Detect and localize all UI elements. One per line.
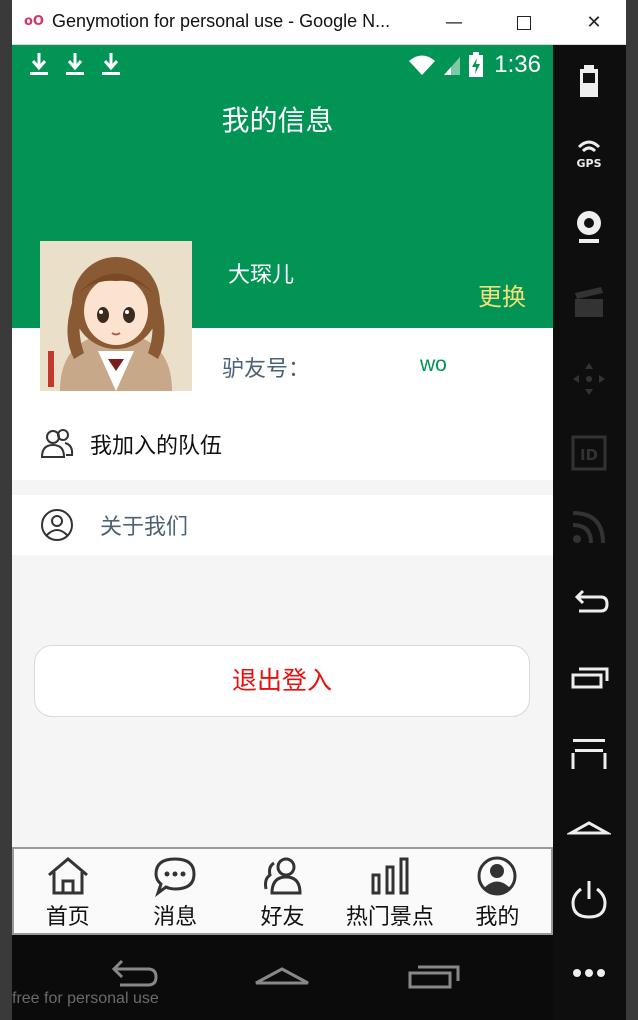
emulator-toolbar: GPS ID [553,45,626,1020]
tab-friends[interactable]: 好友 [229,849,336,933]
download-icon [66,53,84,75]
home-tool-icon[interactable] [567,803,611,847]
menu-item-my-teams-label: 我加入的队伍 [90,434,223,459]
menu-tool-icon[interactable] [567,729,611,773]
download-icon [30,53,48,75]
tab-home-label: 首页 [45,905,90,930]
chat-icon [154,857,196,897]
power-icon[interactable] [567,877,611,921]
status-icons: 1:36 [408,51,541,79]
tab-messages-label: 消息 [153,905,198,930]
recent-tool-icon[interactable] [567,655,611,699]
home-nav-icon[interactable] [252,955,312,995]
android-nav-bar: free for personal use [12,935,553,1020]
status-bar: 1:36 [12,45,553,85]
group-icon [40,429,74,458]
gps-icon[interactable]: GPS [567,131,611,175]
battery-icon[interactable] [567,59,611,103]
avatar-illustration [40,241,192,391]
phone-screen: 1:36 我的信息 大琛儿 更换 驴友号： wo 我加入的队伍 关于我们 退出登… [12,45,553,935]
page-title-text: 我的信息 [221,104,334,137]
webcam-icon[interactable] [567,205,611,249]
signal-icon [444,57,461,75]
tab-hot-spots[interactable]: 热门景点 [336,849,443,933]
change-avatar-button[interactable]: 更换 [478,277,526,312]
tab-mine-label: 我的 [475,905,520,930]
capture-icon[interactable] [567,281,611,325]
recent-apps-icon[interactable] [404,955,464,995]
nickname: 大琛儿 [228,263,295,288]
menu-item-about-us[interactable]: 关于我们 [12,495,553,555]
logout-button[interactable]: 退出登入 [34,645,530,717]
back-tool-icon[interactable] [567,579,611,623]
home-icon [47,857,88,895]
menu-item-about-us-label: 关于我们 [100,515,189,540]
maximize-icon [517,16,531,30]
wifi-icon [409,55,436,75]
tab-hot-spots-label: 热门景点 [345,905,434,930]
avatar[interactable] [40,241,192,391]
maximize-button[interactable] [496,0,552,45]
user-circle-icon [41,509,73,541]
bar-chart-icon [371,857,409,895]
user-id-label: 驴友号： [222,357,311,382]
svg-text:GPS: GPS [576,157,601,170]
back-icon[interactable] [102,955,162,995]
rss-icon[interactable] [567,505,611,549]
status-time: 1:36 [494,51,541,78]
page-title: 我的信息 [12,99,553,139]
svg-text:ID: ID [580,446,598,464]
window-titlebar: oO Genymotion for personal use - Google … [12,0,626,45]
user-icon [477,856,517,896]
battery-charging-icon [469,52,484,77]
friends-icon [263,857,302,895]
more-icon[interactable] [567,951,611,995]
bottom-tab-bar: 首页 消息 好友 热门景点 我的 [12,847,553,935]
move-icon[interactable] [567,357,611,401]
window-title: Genymotion for personal use - Google N..… [52,11,391,31]
close-button[interactable]: ✕ [566,0,622,45]
menu-item-my-teams[interactable]: 我加入的队伍 [12,408,553,480]
watermark-text: free for personal use [12,990,159,1007]
download-icon [102,53,120,75]
tab-home[interactable]: 首页 [14,849,121,933]
desktop-background-right [626,0,638,1020]
genymotion-logo-icon: oO [24,14,44,29]
tab-mine[interactable]: 我的 [444,849,551,933]
minimize-button[interactable]: — [426,0,482,45]
user-id-value: wo [420,353,447,376]
id-icon[interactable]: ID [567,431,611,475]
tab-friends-label: 好友 [260,905,305,930]
tab-messages[interactable]: 消息 [121,849,228,933]
desktop-background-left [0,0,12,1020]
